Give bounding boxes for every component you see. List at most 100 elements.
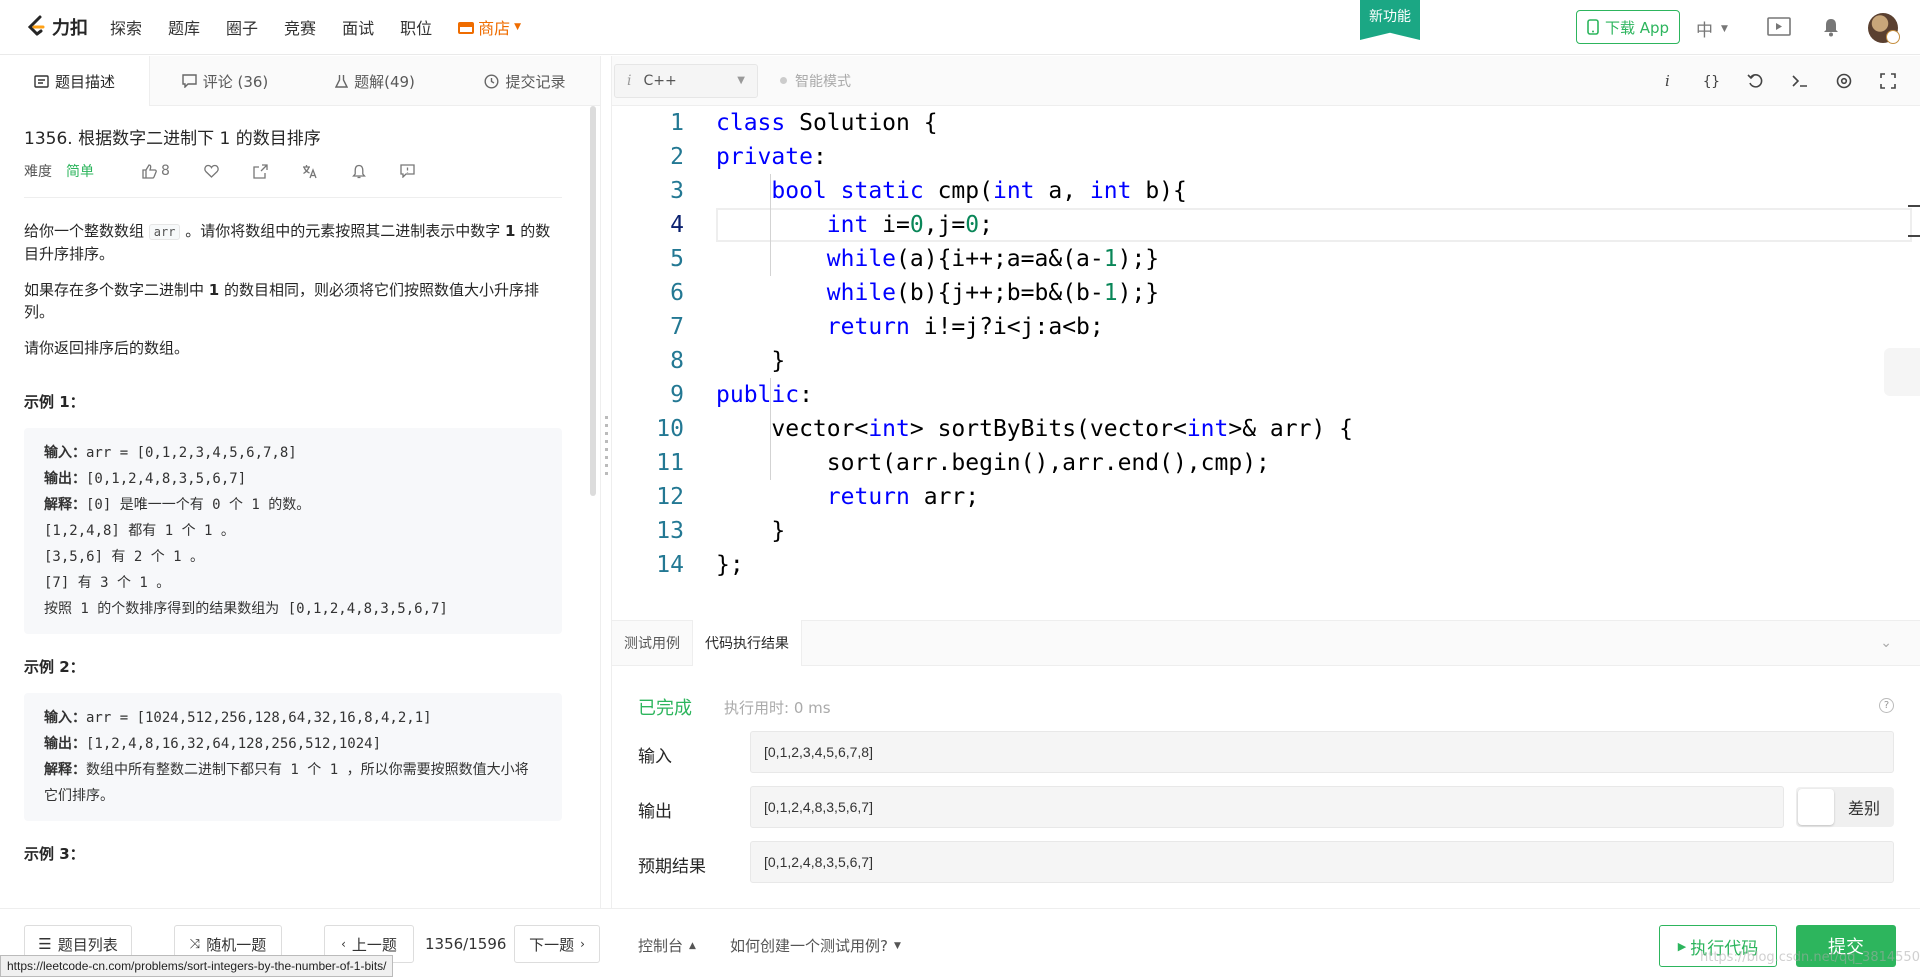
overview-ruler-mark bbox=[1908, 235, 1920, 237]
feedback-button[interactable] bbox=[400, 164, 415, 178]
bell-icon[interactable] bbox=[1818, 14, 1844, 40]
chevron-down-icon[interactable]: ⌄ bbox=[1880, 635, 1892, 651]
problem-description-panel[interactable]: 1356. 根据数字二进制下 1 的数目排序 难度 简单 8 给你一个整数数组 … bbox=[0, 106, 588, 908]
expected-value-box: [0,1,2,4,8,3,5,6,7] bbox=[750, 841, 1894, 883]
code-line[interactable]: 2 private: bbox=[612, 140, 1912, 174]
code-line[interactable]: 4 int i=0,j=0; bbox=[612, 208, 1912, 242]
code-editor[interactable]: 1 class Solution {2 private: 3 bool static … bbox=[612, 106, 1920, 620]
like-count: 8 bbox=[161, 163, 170, 179]
heart-icon bbox=[204, 164, 219, 178]
document-icon bbox=[34, 74, 49, 88]
code-line[interactable]: 12 return arr; bbox=[612, 480, 1912, 514]
description-scrollbar[interactable] bbox=[590, 106, 596, 496]
settings-icon[interactable] bbox=[1832, 69, 1856, 93]
code-text: private: bbox=[716, 144, 827, 170]
tab-description[interactable]: 题目描述 bbox=[0, 56, 150, 106]
problem-list-label: 题目列表 bbox=[57, 935, 118, 954]
tab-run-result[interactable]: 代码执行结果 bbox=[692, 620, 802, 666]
like-button[interactable]: 8 bbox=[142, 163, 170, 179]
nav-contest[interactable]: 竞赛 bbox=[284, 15, 316, 39]
tab-comments[interactable]: 评论 (36) bbox=[150, 56, 300, 106]
code-text: int i=0,j=0; bbox=[826, 212, 993, 238]
code-line[interactable]: 1 class Solution { bbox=[612, 106, 1912, 140]
shop-icon bbox=[458, 22, 475, 34]
code-text: } bbox=[716, 348, 786, 374]
expected-label: 预期结果 bbox=[638, 857, 706, 877]
example-2-box: 输入：arr = [1024,512,256,128,64,32,16,8,4,… bbox=[24, 693, 562, 821]
download-app-button[interactable]: 下载 App bbox=[1576, 10, 1680, 44]
input-label: 输入 bbox=[638, 747, 672, 767]
code-text: } bbox=[716, 518, 786, 544]
code-line[interactable]: 11 sort(arr.begin(),arr.end(),cmp); bbox=[612, 446, 1912, 480]
tab-testcase[interactable]: 测试用例 bbox=[612, 620, 692, 666]
nav-circle[interactable]: 圈子 bbox=[226, 15, 258, 39]
code-line[interactable]: 5 while(a){i++;a=a&(a-1);} bbox=[612, 242, 1912, 276]
code-text: class Solution { bbox=[716, 110, 938, 136]
inline-code: arr bbox=[148, 224, 181, 240]
line-number: 10 bbox=[656, 416, 684, 442]
smart-mode-toggle[interactable]: 智能模式 bbox=[780, 71, 851, 91]
code-line[interactable]: 10 vector<int> sortByBits(vector<int>& a… bbox=[612, 412, 1912, 446]
example-1-heading: 示例 1： bbox=[24, 393, 85, 411]
code-text: while(b){j++;b=b&(b-1);} bbox=[826, 280, 1160, 306]
run-time: 执行用时: 0 ms bbox=[724, 699, 831, 717]
leetcode-logo[interactable]: 力扣 bbox=[24, 0, 88, 55]
subscribe-button[interactable] bbox=[352, 164, 366, 179]
how-to-testcase-link[interactable]: 如何创建一个测试用例? ▼ bbox=[730, 935, 901, 956]
diff-toggle[interactable]: 差别 bbox=[1796, 787, 1894, 827]
braces-icon[interactable]: {} bbox=[1700, 69, 1724, 93]
download-app-label: 下载 App bbox=[1604, 18, 1670, 37]
code-line[interactable]: 9 public: bbox=[612, 378, 1912, 412]
language-select[interactable]: i C++ ▼ bbox=[614, 63, 758, 98]
favorite-button[interactable] bbox=[204, 164, 219, 178]
avatar-badge-icon bbox=[1886, 30, 1900, 44]
nav-interview[interactable]: 面试 bbox=[342, 15, 374, 39]
help-icon[interactable]: ? bbox=[1879, 698, 1894, 713]
line-number: 14 bbox=[656, 552, 684, 578]
nav-shop[interactable]: 商店 ▼ bbox=[458, 15, 521, 39]
list-icon: ☰ bbox=[38, 935, 52, 953]
line-number: 12 bbox=[656, 484, 684, 510]
playground-icon[interactable] bbox=[1766, 14, 1792, 40]
info-icon: i bbox=[627, 72, 632, 89]
reset-icon[interactable] bbox=[1744, 69, 1768, 93]
language-switch[interactable]: 中 ▼ bbox=[1696, 16, 1728, 41]
smart-mode-label: 智能模式 bbox=[795, 73, 851, 90]
editor-actions: i {} bbox=[1656, 56, 1900, 106]
nav-explore[interactable]: 探索 bbox=[110, 15, 142, 39]
line-number: 6 bbox=[670, 280, 684, 306]
side-float-tab[interactable] bbox=[1884, 348, 1920, 396]
nav-jobs[interactable]: 职位 bbox=[400, 15, 432, 39]
next-problem-label: 下一题 bbox=[529, 935, 575, 954]
svg-text:i: i bbox=[1665, 73, 1670, 89]
thumbs-up-icon bbox=[142, 163, 157, 179]
nav-problems[interactable]: 题库 bbox=[168, 15, 200, 39]
code-line[interactable]: 6 while(b){j++;b=b&(b-1);} bbox=[612, 276, 1912, 310]
difficulty-badge: 简单 bbox=[66, 164, 94, 180]
panel-splitter[interactable] bbox=[600, 56, 612, 908]
tab-submissions[interactable]: 提交记录 bbox=[450, 56, 600, 106]
fullscreen-icon[interactable] bbox=[1876, 69, 1900, 93]
code-line[interactable]: 3 bool static cmp(int a, int b){ bbox=[612, 174, 1912, 208]
code-text: return i!=j?i<j:a<b; bbox=[826, 314, 1104, 340]
code-line[interactable]: 8 } bbox=[612, 344, 1912, 378]
editor-toolbar: i C++ ▼ 智能模式 i {} bbox=[612, 56, 1920, 106]
next-problem-button[interactable]: 下一题 › bbox=[514, 925, 600, 963]
line-number: 7 bbox=[670, 314, 684, 340]
code-line[interactable]: 7 return i!=j?i<j:a<b; bbox=[612, 310, 1912, 344]
code-text: }; bbox=[716, 552, 744, 578]
translate-button[interactable] bbox=[302, 164, 318, 179]
problem-statement: 给你一个整数数组 arr 。请你将数组中的元素按照其二进制表示中数字 1 的数目… bbox=[24, 220, 564, 359]
diff-label: 差别 bbox=[1848, 799, 1881, 818]
share-button[interactable] bbox=[253, 163, 268, 179]
phone-icon bbox=[1587, 19, 1599, 35]
drag-handle-icon bbox=[605, 416, 608, 476]
code-line[interactable]: 13 } bbox=[612, 514, 1912, 548]
tab-solutions[interactable]: 题解(49) bbox=[300, 56, 450, 106]
console-toggle[interactable]: 控制台 ▲ bbox=[638, 935, 696, 956]
terminal-icon[interactable] bbox=[1788, 69, 1812, 93]
info-icon[interactable]: i bbox=[1656, 69, 1680, 93]
code-text: vector<int> sortByBits(vector<int>& arr)… bbox=[716, 416, 1353, 442]
code-text: sort(arr.begin(),arr.end(),cmp); bbox=[716, 450, 1270, 476]
code-line[interactable]: 14}; bbox=[612, 548, 1912, 582]
